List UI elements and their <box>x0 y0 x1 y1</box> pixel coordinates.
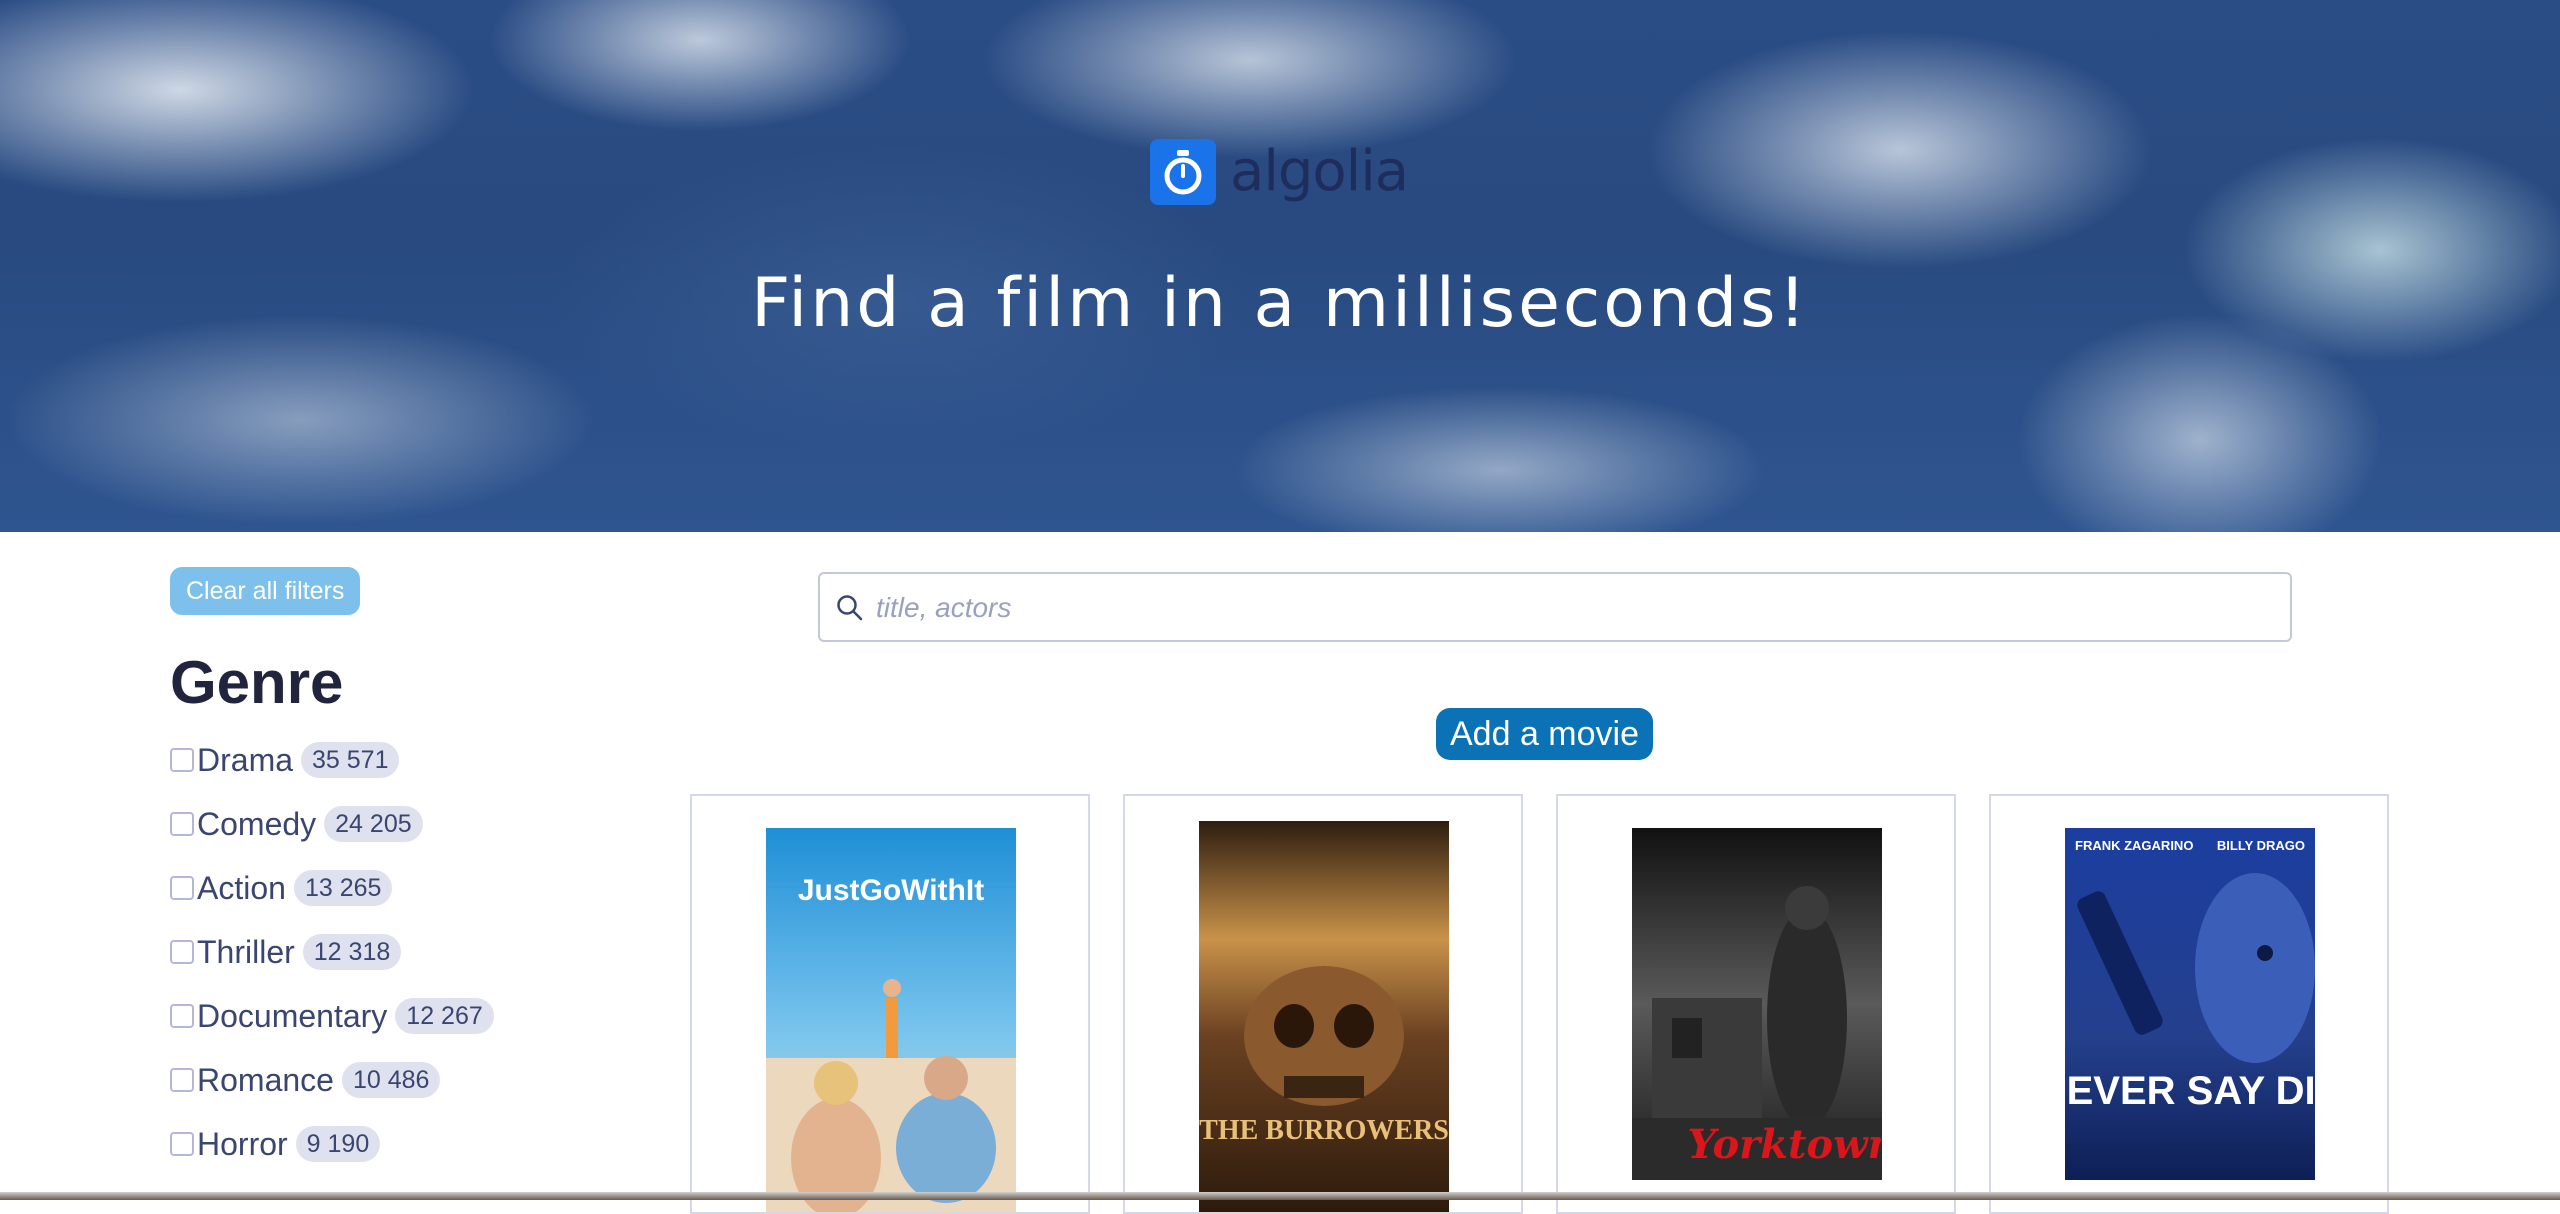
stopwatch-icon <box>1150 139 1216 205</box>
genre-checkbox[interactable] <box>170 1004 194 1028</box>
genre-label[interactable]: Drama <box>197 738 293 782</box>
genre-item-thriller[interactable]: Thriller 12 318 <box>170 930 494 994</box>
genre-checkbox[interactable] <box>170 1068 194 1092</box>
movie-card[interactable]: THE BURROWERS <box>1123 794 1523 1214</box>
brand-name: algolia <box>1230 139 1409 204</box>
genre-label[interactable]: Thriller <box>197 930 295 974</box>
genre-item-documentary[interactable]: Documentary 12 267 <box>170 994 494 1058</box>
genre-count-badge: 35 571 <box>301 742 400 778</box>
genre-item-horror[interactable]: Horror 9 190 <box>170 1122 494 1186</box>
genre-label[interactable]: Action <box>197 866 286 910</box>
movie-poster[interactable]: FRANK ZAGARINO BILLY DRAGO NEVER SAY DIE <box>2065 828 2315 1180</box>
movie-poster[interactable]: JustGoWithIt <box>766 828 1016 1212</box>
genre-label[interactable]: Comedy <box>197 802 316 846</box>
genre-item-comedy[interactable]: Comedy 24 205 <box>170 802 494 866</box>
genre-checkbox[interactable] <box>170 812 194 836</box>
genre-count-badge: 9 190 <box>295 1126 381 1162</box>
genre-checkbox[interactable] <box>170 940 194 964</box>
poster-title: JustGoWithIt <box>798 874 984 907</box>
poster-credit: BILLY DRAGO <box>2217 838 2305 853</box>
poster-title: NEVER SAY DIE <box>2065 1069 2315 1113</box>
genre-checkbox[interactable] <box>170 876 194 900</box>
genre-label[interactable]: Romance <box>197 1058 334 1102</box>
genre-count-badge: 12 318 <box>302 934 402 970</box>
poster-credit: FRANK ZAGARINO <box>2075 838 2193 853</box>
genre-checkbox[interactable] <box>170 1132 194 1156</box>
search-box[interactable] <box>818 572 2292 642</box>
add-movie-button[interactable]: Add a movie <box>1436 708 1653 760</box>
algolia-logo: algolia <box>1150 138 1409 206</box>
window-bottom-edge <box>0 1192 2560 1200</box>
poster-title: THE BURROWERS <box>1199 1115 1449 1146</box>
poster-title: Yorktown <box>1687 1121 1882 1168</box>
clear-filters-button[interactable]: Clear all filters <box>170 567 361 615</box>
movie-card[interactable]: Yorktown <box>1556 794 1956 1214</box>
genre-filter-list: Drama 35 571 Comedy 24 205 Action 13 265… <box>170 738 494 1186</box>
search-input[interactable] <box>874 584 2258 632</box>
genre-count-badge: 10 486 <box>341 1062 441 1098</box>
movie-card[interactable]: FRANK ZAGARINO BILLY DRAGO NEVER SAY DIE <box>1989 794 2389 1214</box>
genre-count-badge: 12 267 <box>395 998 494 1034</box>
movie-card[interactable]: JustGoWithIt <box>690 794 1090 1214</box>
genre-heading: Genre <box>170 649 344 716</box>
genre-label[interactable]: Documentary <box>197 994 387 1038</box>
movie-poster[interactable]: THE BURROWERS <box>1199 821 1449 1212</box>
genre-label[interactable]: Horror <box>197 1122 288 1166</box>
movie-poster[interactable]: Yorktown <box>1632 828 1882 1180</box>
hero-tagline: Find a film in a milliseconds! <box>751 264 1809 343</box>
genre-checkbox[interactable] <box>170 748 194 772</box>
genre-item-romance[interactable]: Romance 10 486 <box>170 1058 494 1122</box>
genre-count-badge: 24 205 <box>324 806 423 842</box>
genre-count-badge: 13 265 <box>293 870 393 906</box>
genre-item-action[interactable]: Action 13 265 <box>170 866 494 930</box>
hero-banner: algolia Find a film in a milliseconds! <box>0 0 2560 532</box>
search-icon <box>836 594 864 627</box>
genre-item-drama[interactable]: Drama 35 571 <box>170 738 494 802</box>
